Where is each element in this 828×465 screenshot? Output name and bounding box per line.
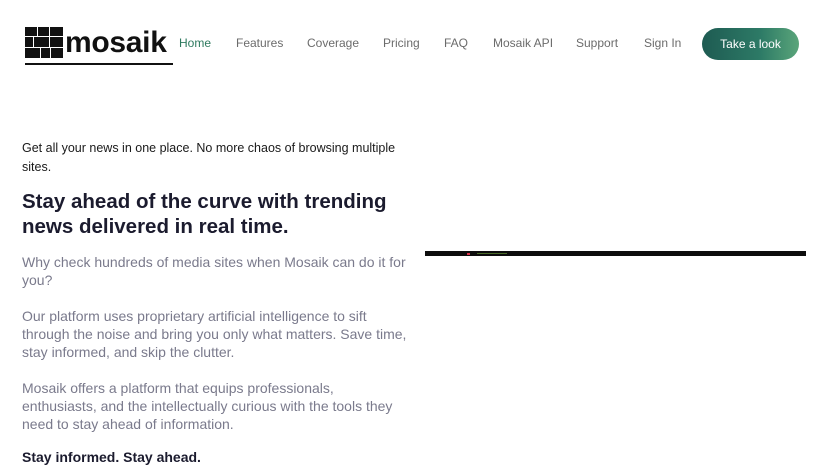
hero-paragraph: Our platform uses proprietary artificial… <box>22 308 407 360</box>
video-player[interactable] <box>425 251 806 256</box>
nav-support[interactable]: Support <box>576 36 618 50</box>
nav-mosaik-api[interactable]: Mosaik API <box>493 36 553 50</box>
nav-pricing[interactable]: Pricing <box>383 36 420 50</box>
nav-home[interactable]: Home <box>179 36 211 50</box>
hero-paragraph: Mosaik offers a platform that equips pro… <box>22 380 393 432</box>
hero-intro: Get all your news in one place. No more … <box>22 141 396 174</box>
nav-features[interactable]: Features <box>236 36 283 50</box>
video-progress-marker <box>467 253 470 255</box>
hero-paragraph: Why check hundreds of media sites when M… <box>22 254 406 288</box>
logo-underline <box>25 63 173 65</box>
hero-section: Get all your news in one place. No more … <box>22 139 407 465</box>
nav-sign-in[interactable]: Sign In <box>644 36 681 50</box>
hero-tagline: Stay informed. Stay ahead. <box>22 449 201 465</box>
take-a-look-button[interactable]: Take a look <box>702 28 799 60</box>
hero-headline: Stay ahead of the curve with trending ne… <box>22 190 387 238</box>
video-progress-track <box>477 253 507 254</box>
site-header: mosaik Home Features Coverage Pricing FA… <box>0 0 828 90</box>
nav-faq[interactable]: FAQ <box>444 36 468 50</box>
nav-coverage[interactable]: Coverage <box>307 36 359 50</box>
